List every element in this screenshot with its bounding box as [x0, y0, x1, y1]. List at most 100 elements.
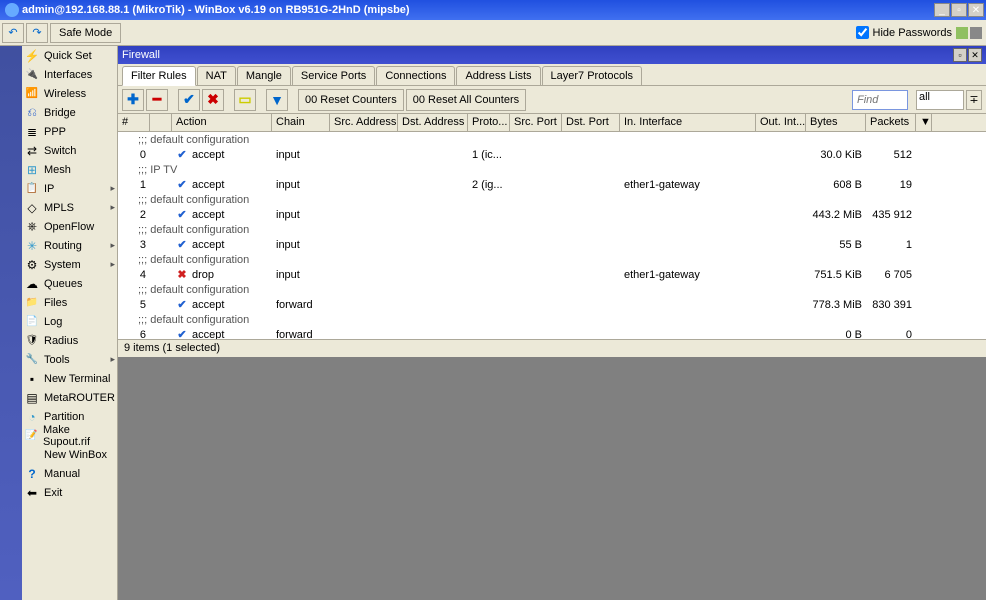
tab-connections[interactable]: Connections — [376, 66, 455, 85]
sidebar-item-ppp[interactable]: PPP — [22, 122, 117, 141]
sidebar-item-tools[interactable]: Tools▸ — [22, 350, 117, 369]
panel-minimize-button[interactable]: ▫ — [953, 48, 967, 62]
column-header[interactable]: Dst. Port — [562, 114, 620, 131]
rule-row[interactable]: 6✔acceptforward0 B0 — [118, 327, 986, 339]
comment-row[interactable]: ;;; default configuration — [118, 282, 986, 297]
sidebar-item-queues[interactable]: Queues — [22, 274, 117, 293]
column-header[interactable]: Action — [172, 114, 272, 131]
sidebar-item-label: OpenFlow — [44, 221, 94, 233]
rule-row[interactable]: 3✔acceptinput55 B1 — [118, 237, 986, 252]
filter-dropdown-button[interactable]: ∓ — [966, 90, 982, 110]
sidebar-item-radius[interactable]: Radius — [22, 331, 117, 350]
sidebar-item-mpls[interactable]: MPLS▸ — [22, 198, 117, 217]
minimize-button[interactable]: _ — [934, 3, 950, 17]
undo-button[interactable]: ↶ — [2, 23, 24, 43]
sidebar-strip — [0, 46, 22, 600]
row-number: 5 — [118, 299, 150, 311]
sidebar-item-supout[interactable]: Make Supout.rif — [22, 426, 117, 445]
sidebar-item-terminal[interactable]: New Terminal — [22, 369, 117, 388]
row-number: 1 — [118, 179, 150, 191]
tab-address-lists[interactable]: Address Lists — [456, 66, 540, 85]
accept-icon: ✔ — [176, 298, 188, 311]
tab-nat[interactable]: NAT — [197, 66, 236, 85]
remove-button[interactable]: ━ — [146, 89, 168, 111]
sidebar-item-label: MPLS — [44, 202, 74, 214]
bridge-icon — [24, 105, 40, 121]
column-header[interactable]: # — [118, 114, 150, 131]
column-header[interactable]: Chain — [272, 114, 330, 131]
drop-icon: ✖ — [176, 268, 188, 281]
filter-button[interactable]: ▼ — [266, 89, 288, 111]
safe-mode-button[interactable]: Safe Mode — [50, 23, 121, 43]
filter-select[interactable]: all — [916, 90, 964, 110]
redo-button[interactable]: ↷ — [26, 23, 48, 43]
sidebar-item-label: Interfaces — [44, 69, 92, 81]
column-header[interactable]: In. Interface — [620, 114, 756, 131]
tab-filter-rules[interactable]: Filter Rules — [122, 66, 196, 86]
sidebar-item-system[interactable]: System▸ — [22, 255, 117, 274]
disable-button[interactable]: ✖ — [202, 89, 224, 111]
sidebar-item-mesh[interactable]: Mesh — [22, 160, 117, 179]
sidebar-item-bridge[interactable]: Bridge — [22, 103, 117, 122]
action-cell: ✔accept — [172, 298, 272, 311]
row-number: 0 — [118, 149, 150, 161]
rule-row[interactable]: 5✔acceptforward778.3 MiB830 391 — [118, 297, 986, 312]
comment-row[interactable]: ;;; default configuration — [118, 192, 986, 207]
sidebar-item-exit[interactable]: Exit — [22, 483, 117, 502]
sidebar-item-manual[interactable]: Manual — [22, 464, 117, 483]
sidebar-item-routing[interactable]: Routing▸ — [22, 236, 117, 255]
column-header[interactable]: Packets — [866, 114, 916, 131]
sidebar-item-switch[interactable]: Switch — [22, 141, 117, 160]
rule-row[interactable]: 0✔acceptinput1 (ic...30.0 KiB512 — [118, 147, 986, 162]
sidebar-item-label: New Terminal — [44, 373, 110, 385]
column-header[interactable]: ▼ — [916, 114, 932, 131]
rule-row[interactable]: 1✔acceptinput2 (ig...ether1-gateway608 B… — [118, 177, 986, 192]
comment-row[interactable]: ;;; IP TV — [118, 162, 986, 177]
column-header[interactable]: Src. Address — [330, 114, 398, 131]
comment-row[interactable]: ;;; default configuration — [118, 252, 986, 267]
chevron-right-icon: ▸ — [110, 259, 115, 270]
column-header[interactable]: Out. Int... — [756, 114, 806, 131]
comment-button[interactable]: ▭ — [234, 89, 256, 111]
tab-service-ports[interactable]: Service Ports — [292, 66, 375, 85]
sidebar-item-wireless[interactable]: Wireless — [22, 84, 117, 103]
tools-icon — [24, 352, 40, 368]
status-icon — [970, 27, 982, 39]
comment-row[interactable]: ;;; default configuration — [118, 312, 986, 327]
hide-passwords-checkbox[interactable]: Hide Passwords — [856, 26, 952, 39]
rule-row[interactable]: 2✔acceptinput443.2 MiB435 912 — [118, 207, 986, 222]
sidebar-item-newwinbox[interactable]: New WinBox — [22, 445, 117, 464]
sidebar-item-files[interactable]: Files — [22, 293, 117, 312]
chevron-right-icon: ▸ — [110, 354, 115, 365]
column-header[interactable] — [150, 114, 172, 131]
column-header[interactable]: Proto... — [468, 114, 510, 131]
sidebar-item-label: Radius — [44, 335, 78, 347]
hide-passwords-input[interactable] — [856, 26, 869, 39]
sidebar-item-log[interactable]: Log — [22, 312, 117, 331]
close-button[interactable]: ✕ — [968, 3, 984, 17]
tab-mangle[interactable]: Mangle — [237, 66, 291, 85]
sidebar-item-interfaces[interactable]: Interfaces — [22, 65, 117, 84]
maximize-button[interactable]: ▫ — [951, 3, 967, 17]
sidebar-item-openflow[interactable]: OpenFlow — [22, 217, 117, 236]
sidebar-item-quickset[interactable]: Quick Set — [22, 46, 117, 65]
accept-icon: ✔ — [176, 238, 188, 251]
ppp-icon — [24, 124, 40, 140]
panel-close-button[interactable]: ✕ — [968, 48, 982, 62]
panel-title: Firewall — [122, 49, 953, 61]
reset-counters-button[interactable]: 00 Reset Counters — [298, 89, 404, 111]
reset-all-counters-button[interactable]: 00 Reset All Counters — [406, 89, 526, 111]
column-header[interactable]: Src. Port — [510, 114, 562, 131]
sidebar-item-ip[interactable]: IP▸ — [22, 179, 117, 198]
comment-row[interactable]: ;;; default configuration — [118, 132, 986, 147]
comment-row[interactable]: ;;; default configuration — [118, 222, 986, 237]
sidebar-item-metarouter[interactable]: MetaROUTER — [22, 388, 117, 407]
column-header[interactable]: Bytes — [806, 114, 866, 131]
tab-layer7-protocols[interactable]: Layer7 Protocols — [542, 66, 643, 85]
sidebar-item-label: New WinBox — [44, 449, 107, 461]
find-input[interactable] — [852, 90, 908, 110]
add-button[interactable]: ✚ — [122, 89, 144, 111]
enable-button[interactable]: ✔ — [178, 89, 200, 111]
column-header[interactable]: Dst. Address — [398, 114, 468, 131]
rule-row[interactable]: 4✖dropinputether1-gateway751.5 KiB6 705 — [118, 267, 986, 282]
